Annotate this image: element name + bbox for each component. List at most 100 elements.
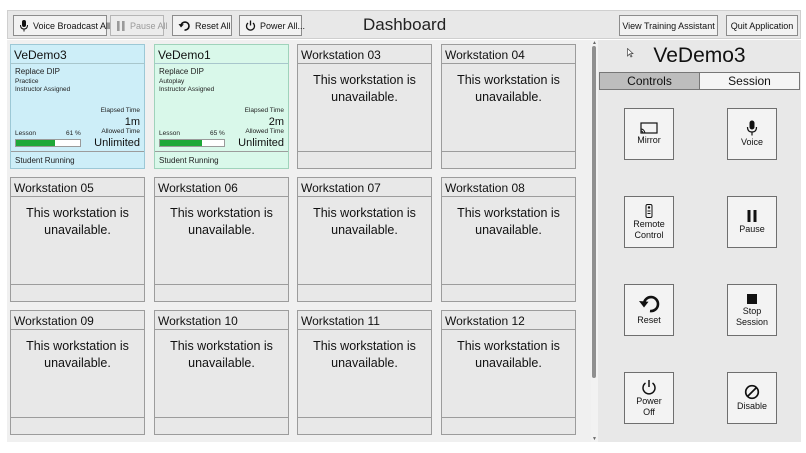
workstation-tile-10[interactable]: Workstation 10 This workstation is unava…	[154, 310, 289, 435]
lesson-title: Replace DIP	[15, 67, 60, 76]
voice-button[interactable]: Voice	[727, 108, 777, 160]
workstation-tile-vedemo3[interactable]: VeDemo3 Replace DIP Practice Instructor …	[10, 44, 145, 169]
student-status: Student Running	[15, 156, 75, 165]
workstation-tile-07[interactable]: Workstation 07 This workstation is unava…	[297, 177, 432, 302]
scroll-down-arrow-icon[interactable]: ▼	[591, 436, 598, 442]
allowed-time-label: Allowed Time	[245, 128, 284, 135]
page-title: Dashboard	[363, 15, 447, 34]
pause-icon	[117, 20, 125, 31]
power-off-button[interactable]: Power Off	[624, 372, 674, 424]
voice-broadcast-all-label: Voice Broadcast All	[33, 20, 111, 31]
reset-icon	[639, 295, 660, 313]
elapsed-time-label: Elapsed Time	[244, 107, 284, 114]
disable-button[interactable]: Disable	[727, 372, 777, 424]
workstation-tile-vedemo1[interactable]: VeDemo1 Replace DIP Autoplay Instructor …	[154, 44, 289, 169]
workstation-name: Workstation 10	[155, 311, 288, 330]
voice-label: Voice	[740, 137, 764, 147]
lesson-label: Lesson	[15, 130, 36, 137]
student-status: Student Running	[159, 156, 219, 165]
lesson-assignment: Instructor Assigned	[15, 86, 71, 93]
tile-footer	[155, 284, 288, 301]
cast-screen-icon	[640, 122, 658, 134]
workstation-tile-08[interactable]: Workstation 08 This workstation is unava…	[441, 177, 576, 302]
workstation-name: Workstation 07	[298, 178, 431, 197]
workstation-name: Workstation 05	[11, 178, 144, 197]
tile-footer	[298, 417, 431, 434]
workstation-grid: VeDemo3 Replace DIP Practice Instructor …	[7, 40, 591, 442]
pause-button[interactable]: Pause	[727, 196, 777, 248]
workstation-name: Workstation 04	[442, 45, 575, 64]
power-all-label: Power All...	[260, 20, 306, 31]
tab-session[interactable]: Session	[700, 73, 799, 89]
unavailable-message: This workstation is unavailable.	[457, 73, 560, 104]
unavailable-message: This workstation is unavailable.	[457, 206, 560, 237]
lesson-progress-bar	[15, 139, 81, 147]
workstation-name: Workstation 08	[442, 178, 575, 197]
lesson-mode: Autoplay	[159, 78, 185, 85]
workstation-name: Workstation 03	[298, 45, 431, 64]
panel-tabs: Controls Session	[599, 72, 800, 90]
grid-scrollbar[interactable]: ▲ ▼	[591, 40, 598, 442]
lesson-progress-bar	[159, 139, 225, 147]
disable-label: Disable	[736, 401, 767, 411]
power-off-label: Power Off	[636, 395, 662, 417]
workstation-tile-12[interactable]: Workstation 12 This workstation is unava…	[441, 310, 576, 435]
tile-footer	[155, 417, 288, 434]
power-all-button[interactable]: Power All...	[239, 15, 306, 36]
tile-footer	[298, 151, 431, 168]
workstation-tile-11[interactable]: Workstation 11 This workstation is unava…	[297, 310, 432, 435]
unavailable-message: This workstation is unavailable.	[313, 339, 416, 370]
tile-footer	[442, 284, 575, 301]
toolbar: Voice Broadcast All Pause All Reset All …	[7, 10, 801, 39]
lesson-assignment: Instructor Assigned	[159, 86, 215, 93]
view-training-assistant-button[interactable]: View Training Assistant	[619, 15, 718, 36]
mouse-cursor-icon	[627, 48, 634, 58]
workstation-name: Workstation 06	[155, 178, 288, 197]
view-training-assistant-label: View Training Assistant	[622, 20, 715, 31]
disable-icon	[744, 384, 760, 400]
unavailable-message: This workstation is unavailable.	[313, 206, 416, 237]
workstation-tile-09[interactable]: Workstation 09 This workstation is unava…	[10, 310, 145, 435]
unavailable-message: This workstation is unavailable.	[170, 339, 273, 370]
pause-label: Pause	[739, 224, 765, 234]
progress-percent: 65 %	[210, 130, 225, 137]
workstation-tile-06[interactable]: Workstation 06 This workstation is unava…	[154, 177, 289, 302]
stop-session-label: Stop Session	[735, 305, 769, 327]
allowed-time-label: Allowed Time	[101, 128, 140, 135]
progress-fill	[16, 140, 56, 146]
pause-icon	[747, 210, 757, 222]
workstation-name: VeDemo1	[155, 45, 288, 64]
pause-all-button[interactable]: Pause All	[110, 15, 168, 36]
reset-button[interactable]: Reset	[624, 284, 674, 336]
reset-all-label: Reset All	[195, 20, 231, 31]
unavailable-message: This workstation is unavailable.	[26, 206, 129, 237]
workstation-name: VeDemo3	[11, 45, 144, 64]
unavailable-message: This workstation is unavailable.	[457, 339, 560, 370]
remote-control-label: Remote Control	[633, 218, 665, 240]
scrollbar-thumb[interactable]	[592, 46, 596, 378]
microphone-icon	[20, 19, 28, 31]
pause-all-label: Pause All	[130, 20, 168, 31]
lesson-title: Replace DIP	[159, 67, 204, 76]
voice-broadcast-all-button[interactable]: Voice Broadcast All	[13, 15, 111, 36]
unavailable-message: This workstation is unavailable.	[26, 339, 129, 370]
workstation-tile-05[interactable]: Workstation 05 This workstation is unava…	[10, 177, 145, 302]
tab-controls[interactable]: Controls	[600, 73, 700, 89]
elapsed-time-value: 1m	[124, 116, 140, 128]
progress-fill	[160, 140, 202, 146]
power-icon	[245, 20, 256, 31]
tile-footer	[442, 151, 575, 168]
lesson-mode: Practice	[15, 78, 39, 85]
dashboard-window: Voice Broadcast All Pause All Reset All …	[0, 0, 806, 453]
stop-session-button[interactable]: Stop Session	[727, 284, 777, 336]
remote-control-button[interactable]: Remote Control	[624, 196, 674, 248]
tile-footer	[11, 417, 144, 434]
workstation-tile-04[interactable]: Workstation 04 This workstation is unava…	[441, 44, 576, 169]
mirror-button[interactable]: Mirror	[624, 108, 674, 160]
tile-footer	[298, 284, 431, 301]
unavailable-message: This workstation is unavailable.	[313, 73, 416, 104]
reset-all-button[interactable]: Reset All	[172, 15, 232, 36]
unavailable-message: This workstation is unavailable.	[170, 206, 273, 237]
quit-application-button[interactable]: Quit Application	[726, 15, 798, 36]
workstation-tile-03[interactable]: Workstation 03 This workstation is unava…	[297, 44, 432, 169]
